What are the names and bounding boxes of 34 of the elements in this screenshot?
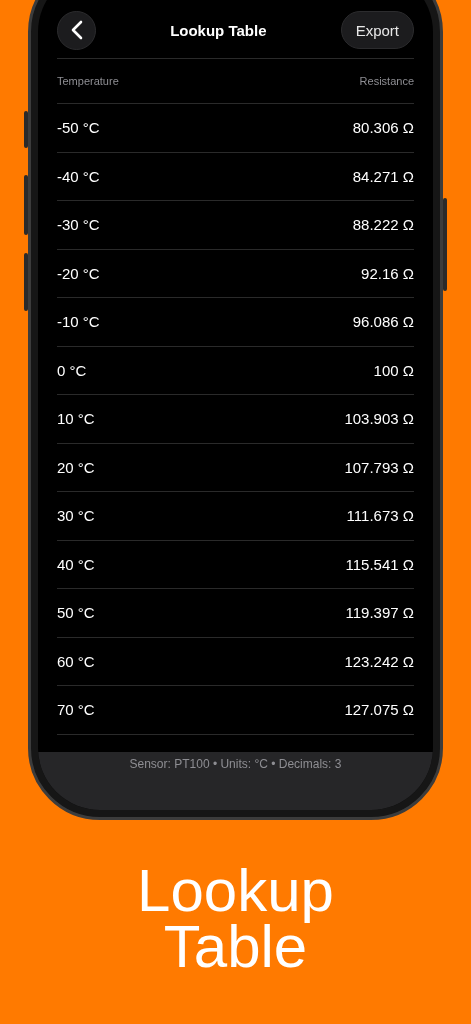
table-cell: -40 °C — [57, 167, 100, 185]
table-cell: 111.673 Ω — [346, 507, 414, 525]
table-cell: 100 Ω — [373, 361, 414, 379]
table-cell: -50 °C — [57, 119, 100, 137]
table-cell: 88.222 Ω — [352, 216, 414, 234]
table-cell: -30 °C — [57, 216, 100, 234]
table-cell: -20 °C — [57, 264, 100, 282]
table-cell: 20 °C — [57, 458, 95, 476]
table-cell: 107.793 Ω — [344, 458, 414, 476]
status-text: Sensor: PT100 • Units: °C • Decimals: 3 — [129, 757, 342, 773]
screen-title: Lookup Table — [170, 21, 267, 39]
table-cell: 96.086 Ω — [352, 313, 414, 331]
table-cell: 119.397 Ω — [345, 604, 414, 622]
table-cell: 92.16 Ω — [361, 264, 414, 282]
table-cell: 103.903 Ω — [344, 410, 414, 428]
export-button[interactable]: Export — [340, 11, 414, 49]
column-header: Resistance — [359, 75, 414, 87]
table-cell: 115.541 Ω — [345, 555, 414, 573]
table-cell: 80.306 Ω — [352, 119, 414, 137]
headline-text: Lookup — [137, 856, 334, 924]
table-cell: 10 °C — [57, 410, 95, 428]
table-cell: 70 °C — [57, 701, 95, 719]
table-cell: -10 °C — [57, 313, 100, 331]
table-cell: 0 °C — [57, 361, 87, 379]
table-cell: 84.271 Ω — [352, 167, 414, 185]
back-button[interactable] — [57, 10, 96, 50]
back-icon — [70, 20, 83, 40]
table-cell: 127.075 Ω — [344, 701, 414, 719]
table-cell: 60 °C — [57, 652, 95, 670]
table-cell: 30 °C — [57, 507, 95, 525]
table-cell: 123.242 Ω — [344, 652, 414, 670]
table-cell: 40 °C — [57, 555, 95, 573]
table-cell: 50 °C — [57, 604, 95, 622]
column-header: Temperature — [57, 75, 119, 87]
